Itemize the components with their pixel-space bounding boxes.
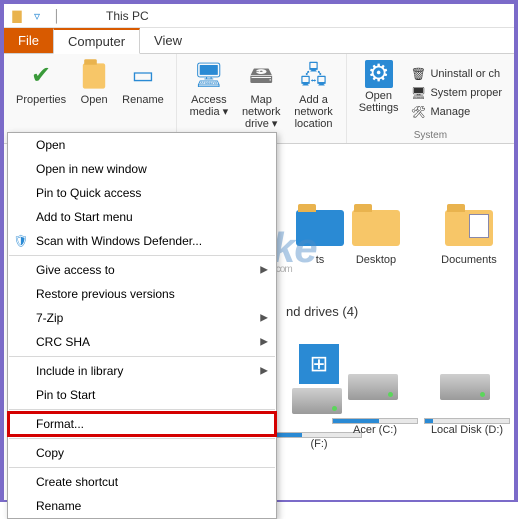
menu-include-library[interactable]: Include in library▶ xyxy=(8,359,276,383)
menu-add-start[interactable]: Add to Start menu xyxy=(8,205,276,229)
system-icon: 🖥 xyxy=(410,85,426,101)
chevron-right-icon: ▶ xyxy=(260,313,268,324)
tab-view[interactable]: View xyxy=(140,28,196,53)
menu-give-access[interactable]: Give access to▶ xyxy=(8,258,276,282)
section-drives-header: nd drives (4) xyxy=(286,304,358,319)
check-icon: ✔ xyxy=(25,60,57,92)
manage-button[interactable]: 🛠 Manage xyxy=(406,103,506,121)
drive-local[interactable]: Local Disk (D:) xyxy=(424,374,510,436)
open-button[interactable]: Open xyxy=(72,58,116,141)
menu-copy[interactable]: Copy xyxy=(8,441,276,465)
drive-icon xyxy=(348,374,402,414)
menu-format[interactable]: Format... xyxy=(8,412,276,436)
content-area: ts Desktop Documents nd drives (4) ⊞ (F:… xyxy=(4,144,514,500)
folder-icon[interactable]: ▇ xyxy=(8,7,26,25)
ribbon: ✔ Properties Open ▭ Rename 🖥 Access medi… xyxy=(4,54,514,144)
menu-crc-sha[interactable]: CRC SHA▶ xyxy=(8,330,276,354)
group-label-system: System xyxy=(353,128,508,141)
chevron-right-icon: ▶ xyxy=(260,265,268,276)
menu-restore-versions[interactable]: Restore previous versions xyxy=(8,282,276,306)
manage-icon: 🛠 xyxy=(410,104,426,120)
network-location-icon: 🖧 xyxy=(298,60,330,92)
menu-7zip[interactable]: 7-Zip▶ xyxy=(8,306,276,330)
menu-separator xyxy=(9,356,275,357)
tab-file[interactable]: File xyxy=(4,28,53,53)
drive-icon xyxy=(440,374,494,414)
system-properties-button[interactable]: 🖥 System proper xyxy=(406,84,506,102)
menu-rename[interactable]: Rename xyxy=(8,494,276,518)
settings-icon: ⚙ xyxy=(365,60,393,88)
rename-icon: ▭ xyxy=(127,60,159,92)
ribbon-tabs: File Computer View xyxy=(4,28,514,54)
context-menu: Open Open in new window Pin to Quick acc… xyxy=(7,132,277,519)
menu-scan-defender[interactable]: 🛡Scan with Windows Defender... xyxy=(8,229,276,253)
rename-button[interactable]: ▭ Rename xyxy=(116,58,170,141)
uninstall-button[interactable]: 🗑 Uninstall or ch xyxy=(406,65,506,83)
chevron-right-icon: ▶ xyxy=(260,337,268,348)
uninstall-icon: 🗑 xyxy=(410,66,426,82)
menu-separator xyxy=(9,467,275,468)
divider-icon: │ xyxy=(48,7,66,25)
properties-button[interactable]: ✔ Properties xyxy=(10,58,72,141)
check-icon[interactable]: ▿ xyxy=(28,7,46,25)
network-drive-icon: 🖴 xyxy=(245,60,277,92)
tab-computer[interactable]: Computer xyxy=(53,28,140,54)
menu-create-shortcut[interactable]: Create shortcut xyxy=(8,470,276,494)
menu-separator xyxy=(9,438,275,439)
desktop-icon xyxy=(349,206,403,250)
menu-pin-quick-access[interactable]: Pin to Quick access xyxy=(8,181,276,205)
menu-pin-start[interactable]: Pin to Start xyxy=(8,383,276,407)
open-settings-button[interactable]: ⚙ Open Settings xyxy=(353,58,405,128)
folder-desktop[interactable]: Desktop xyxy=(331,206,421,266)
menu-open[interactable]: Open xyxy=(8,133,276,157)
folder-documents[interactable]: Documents xyxy=(424,206,514,266)
menu-open-new-window[interactable]: Open in new window xyxy=(8,157,276,181)
drive-acer[interactable]: Acer (C:) xyxy=(332,374,418,436)
access-media-button[interactable]: 🖥 Access media ▾ xyxy=(183,58,235,132)
menu-separator xyxy=(9,409,275,410)
title-bar: ▇ ▿ │ This PC xyxy=(4,4,514,28)
map-network-button[interactable]: 🖴 Map network drive ▾ xyxy=(235,58,287,132)
folder-open-icon xyxy=(78,60,110,92)
chevron-right-icon: ▶ xyxy=(260,366,268,377)
window-title: This PC xyxy=(106,9,149,23)
add-network-button[interactable]: 🖧 Add a network location xyxy=(287,58,339,132)
quick-access-toolbar: ▇ ▿ │ xyxy=(8,7,66,25)
media-icon: 🖥 xyxy=(193,60,225,92)
shield-icon: 🛡 xyxy=(14,234,28,248)
menu-separator xyxy=(9,255,275,256)
documents-icon xyxy=(442,206,496,250)
